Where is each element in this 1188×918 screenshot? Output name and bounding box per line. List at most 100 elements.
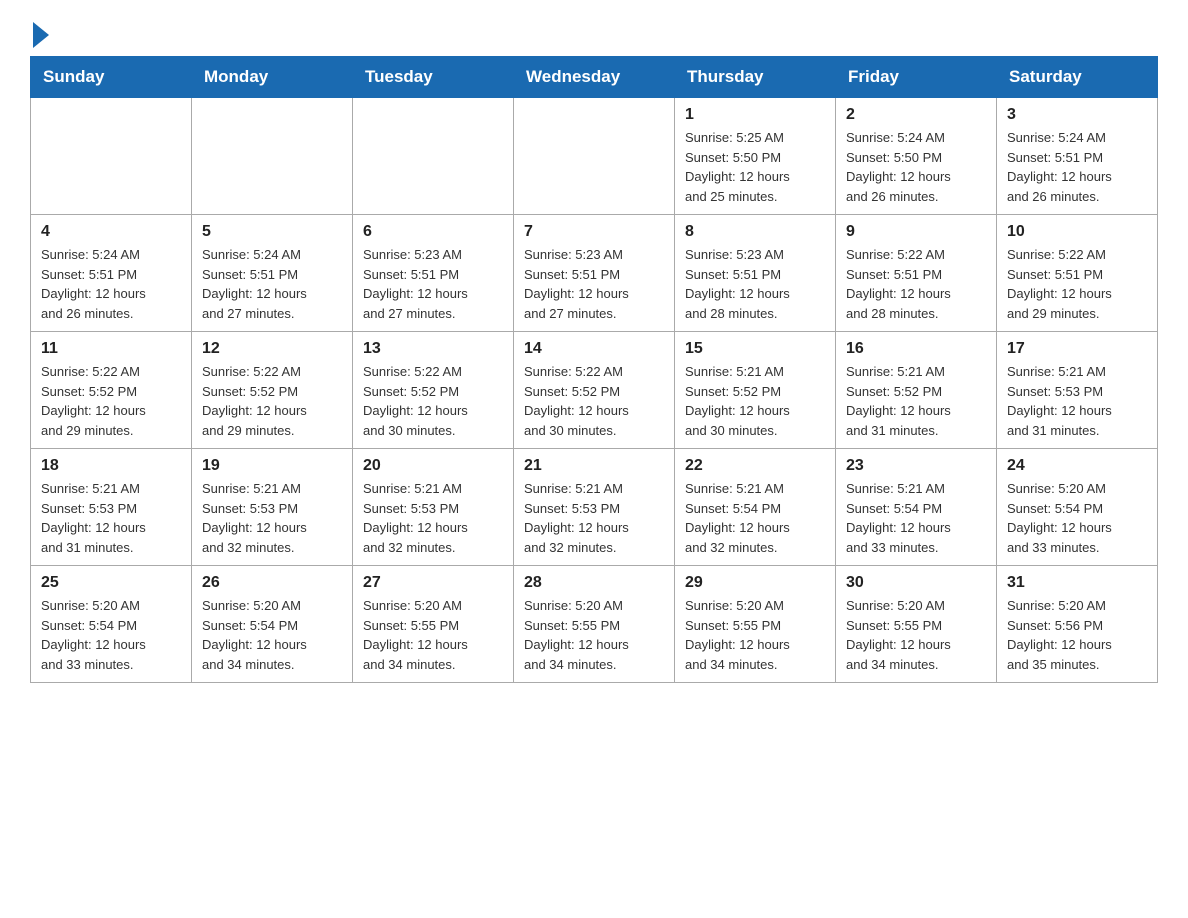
day-number: 28 (524, 574, 664, 592)
day-number: 29 (685, 574, 825, 592)
day-info: Sunrise: 5:21 AM Sunset: 5:54 PM Dayligh… (846, 479, 986, 557)
day-info: Sunrise: 5:23 AM Sunset: 5:51 PM Dayligh… (363, 245, 503, 323)
calendar-body: 1Sunrise: 5:25 AM Sunset: 5:50 PM Daylig… (31, 98, 1158, 683)
calendar-cell: 5 Sunrise: 5:24 AM Sunset: 5:51 PM Daylig… (192, 215, 353, 332)
day-number: 24 (1007, 457, 1147, 475)
calendar-cell: 6 Sunrise: 5:23 AM Sunset: 5:51 PM Daylig… (353, 215, 514, 332)
day-number: 19 (202, 457, 342, 475)
day-info: Sunrise: 5:21 AM Sunset: 5:54 PM Dayligh… (685, 479, 825, 557)
calendar-cell: 8 Sunrise: 5:23 AM Sunset: 5:51 PM Daylig… (675, 215, 836, 332)
calendar-cell: 18Sunrise: 5:21 AM Sunset: 5:53 PM Dayli… (31, 449, 192, 566)
day-number: 17 (1007, 340, 1147, 358)
calendar-week-row: 1Sunrise: 5:25 AM Sunset: 5:50 PM Daylig… (31, 98, 1158, 215)
calendar-cell: 9 Sunrise: 5:22 AM Sunset: 5:51 PM Daylig… (836, 215, 997, 332)
day-info: Sunrise: 5:24 AM Sunset: 5:50 PM Dayligh… (846, 128, 986, 206)
day-info: Sunrise: 5:20 AM Sunset: 5:55 PM Dayligh… (363, 596, 503, 674)
calendar-cell: 25Sunrise: 5:20 AM Sunset: 5:54 PM Dayli… (31, 566, 192, 683)
calendar-cell: 7 Sunrise: 5:23 AM Sunset: 5:51 PM Daylig… (514, 215, 675, 332)
day-info: Sunrise: 5:24 AM Sunset: 5:51 PM Dayligh… (41, 245, 181, 323)
day-info: Sunrise: 5:21 AM Sunset: 5:53 PM Dayligh… (202, 479, 342, 557)
calendar-cell: 10Sunrise: 5:22 AM Sunset: 5:51 PM Dayli… (997, 215, 1158, 332)
calendar-cell: 19 Sunrise: 5:21 AM Sunset: 5:53 PM Dayli… (192, 449, 353, 566)
calendar-week-row: 11 Sunrise: 5:22 AM Sunset: 5:52 PM Dayli… (31, 332, 1158, 449)
day-number: 22 (685, 457, 825, 475)
day-info: Sunrise: 5:22 AM Sunset: 5:52 PM Dayligh… (524, 362, 664, 440)
day-number: 18 (41, 457, 181, 475)
day-info: Sunrise: 5:21 AM Sunset: 5:53 PM Dayligh… (1007, 362, 1147, 440)
calendar-cell: 28 Sunrise: 5:20 AM Sunset: 5:55 PM Dayli… (514, 566, 675, 683)
day-info: Sunrise: 5:22 AM Sunset: 5:52 PM Dayligh… (363, 362, 503, 440)
day-of-week-header: Monday (192, 57, 353, 98)
day-info: Sunrise: 5:20 AM Sunset: 5:54 PM Dayligh… (202, 596, 342, 674)
calendar-cell: 17 Sunrise: 5:21 AM Sunset: 5:53 PM Dayli… (997, 332, 1158, 449)
day-number: 7 (524, 223, 664, 241)
day-info: Sunrise: 5:20 AM Sunset: 5:56 PM Dayligh… (1007, 596, 1147, 674)
day-info: Sunrise: 5:20 AM Sunset: 5:55 PM Dayligh… (685, 596, 825, 674)
header-row: SundayMondayTuesdayWednesdayThursdayFrid… (31, 57, 1158, 98)
calendar-header: SundayMondayTuesdayWednesdayThursdayFrid… (31, 57, 1158, 98)
calendar-cell: 12Sunrise: 5:22 AM Sunset: 5:52 PM Dayli… (192, 332, 353, 449)
day-info: Sunrise: 5:24 AM Sunset: 5:51 PM Dayligh… (202, 245, 342, 323)
calendar-cell: 21 Sunrise: 5:21 AM Sunset: 5:53 PM Dayli… (514, 449, 675, 566)
calendar-table: SundayMondayTuesdayWednesdayThursdayFrid… (30, 56, 1158, 683)
day-number: 30 (846, 574, 986, 592)
calendar-cell: 14 Sunrise: 5:22 AM Sunset: 5:52 PM Dayli… (514, 332, 675, 449)
calendar-cell: 16Sunrise: 5:21 AM Sunset: 5:52 PM Dayli… (836, 332, 997, 449)
day-number: 31 (1007, 574, 1147, 592)
day-info: Sunrise: 5:20 AM Sunset: 5:54 PM Dayligh… (1007, 479, 1147, 557)
day-info: Sunrise: 5:21 AM Sunset: 5:53 PM Dayligh… (524, 479, 664, 557)
calendar-cell: 23 Sunrise: 5:21 AM Sunset: 5:54 PM Dayli… (836, 449, 997, 566)
calendar-cell: 29 Sunrise: 5:20 AM Sunset: 5:55 PM Dayli… (675, 566, 836, 683)
day-info: Sunrise: 5:24 AM Sunset: 5:51 PM Dayligh… (1007, 128, 1147, 206)
calendar-week-row: 18 Sunrise: 5:21 AM Sunset: 5:53 PM Dayli… (31, 449, 1158, 566)
logo (30, 20, 49, 46)
calendar-cell: 13 Sunrise: 5:22 AM Sunset: 5:52 PM Dayli… (353, 332, 514, 449)
calendar-cell: 3 Sunrise: 5:24 AM Sunset: 5:51 PM Daylig… (997, 98, 1158, 215)
logo-arrow-icon (33, 22, 49, 48)
day-number: 23 (846, 457, 986, 475)
day-number: 13 (363, 340, 503, 358)
day-number: 8 (685, 223, 825, 241)
day-of-week-header: Friday (836, 57, 997, 98)
day-info: Sunrise: 5:21 AM Sunset: 5:52 PM Dayligh… (685, 362, 825, 440)
day-info: Sunrise: 5:20 AM Sunset: 5:54 PM Dayligh… (41, 596, 181, 674)
day-of-week-header: Sunday (31, 57, 192, 98)
day-number: 12 (202, 340, 342, 358)
day-number: 27 (363, 574, 503, 592)
calendar-cell: 30 Sunrise: 5:20 AM Sunset: 5:55 PM Dayli… (836, 566, 997, 683)
page-header (30, 20, 1158, 46)
calendar-cell: 31 Sunrise: 5:20 AM Sunset: 5:56 PM Dayli… (997, 566, 1158, 683)
day-of-week-header: Thursday (675, 57, 836, 98)
calendar-cell: 11 Sunrise: 5:22 AM Sunset: 5:52 PM Dayli… (31, 332, 192, 449)
day-number: 5 (202, 223, 342, 241)
day-info: Sunrise: 5:21 AM Sunset: 5:52 PM Dayligh… (846, 362, 986, 440)
calendar-cell: 15 Sunrise: 5:21 AM Sunset: 5:52 PM Dayli… (675, 332, 836, 449)
day-info: Sunrise: 5:20 AM Sunset: 5:55 PM Dayligh… (524, 596, 664, 674)
calendar-week-row: 25Sunrise: 5:20 AM Sunset: 5:54 PM Dayli… (31, 566, 1158, 683)
day-of-week-header: Saturday (997, 57, 1158, 98)
day-info: Sunrise: 5:23 AM Sunset: 5:51 PM Dayligh… (685, 245, 825, 323)
day-info: Sunrise: 5:23 AM Sunset: 5:51 PM Dayligh… (524, 245, 664, 323)
day-of-week-header: Wednesday (514, 57, 675, 98)
day-info: Sunrise: 5:22 AM Sunset: 5:51 PM Dayligh… (1007, 245, 1147, 323)
day-number: 4 (41, 223, 181, 241)
day-info: Sunrise: 5:22 AM Sunset: 5:51 PM Dayligh… (846, 245, 986, 323)
calendar-cell (31, 98, 192, 215)
day-number: 11 (41, 340, 181, 358)
calendar-cell (192, 98, 353, 215)
day-number: 14 (524, 340, 664, 358)
day-number: 15 (685, 340, 825, 358)
day-number: 2 (846, 106, 986, 124)
calendar-cell: 27 Sunrise: 5:20 AM Sunset: 5:55 PM Dayli… (353, 566, 514, 683)
day-info: Sunrise: 5:25 AM Sunset: 5:50 PM Dayligh… (685, 128, 825, 206)
day-number: 21 (524, 457, 664, 475)
day-number: 3 (1007, 106, 1147, 124)
day-info: Sunrise: 5:22 AM Sunset: 5:52 PM Dayligh… (41, 362, 181, 440)
day-info: Sunrise: 5:20 AM Sunset: 5:55 PM Dayligh… (846, 596, 986, 674)
day-number: 6 (363, 223, 503, 241)
day-number: 9 (846, 223, 986, 241)
calendar-cell (353, 98, 514, 215)
calendar-cell: 4 Sunrise: 5:24 AM Sunset: 5:51 PM Daylig… (31, 215, 192, 332)
day-number: 20 (363, 457, 503, 475)
calendar-cell: 20Sunrise: 5:21 AM Sunset: 5:53 PM Dayli… (353, 449, 514, 566)
